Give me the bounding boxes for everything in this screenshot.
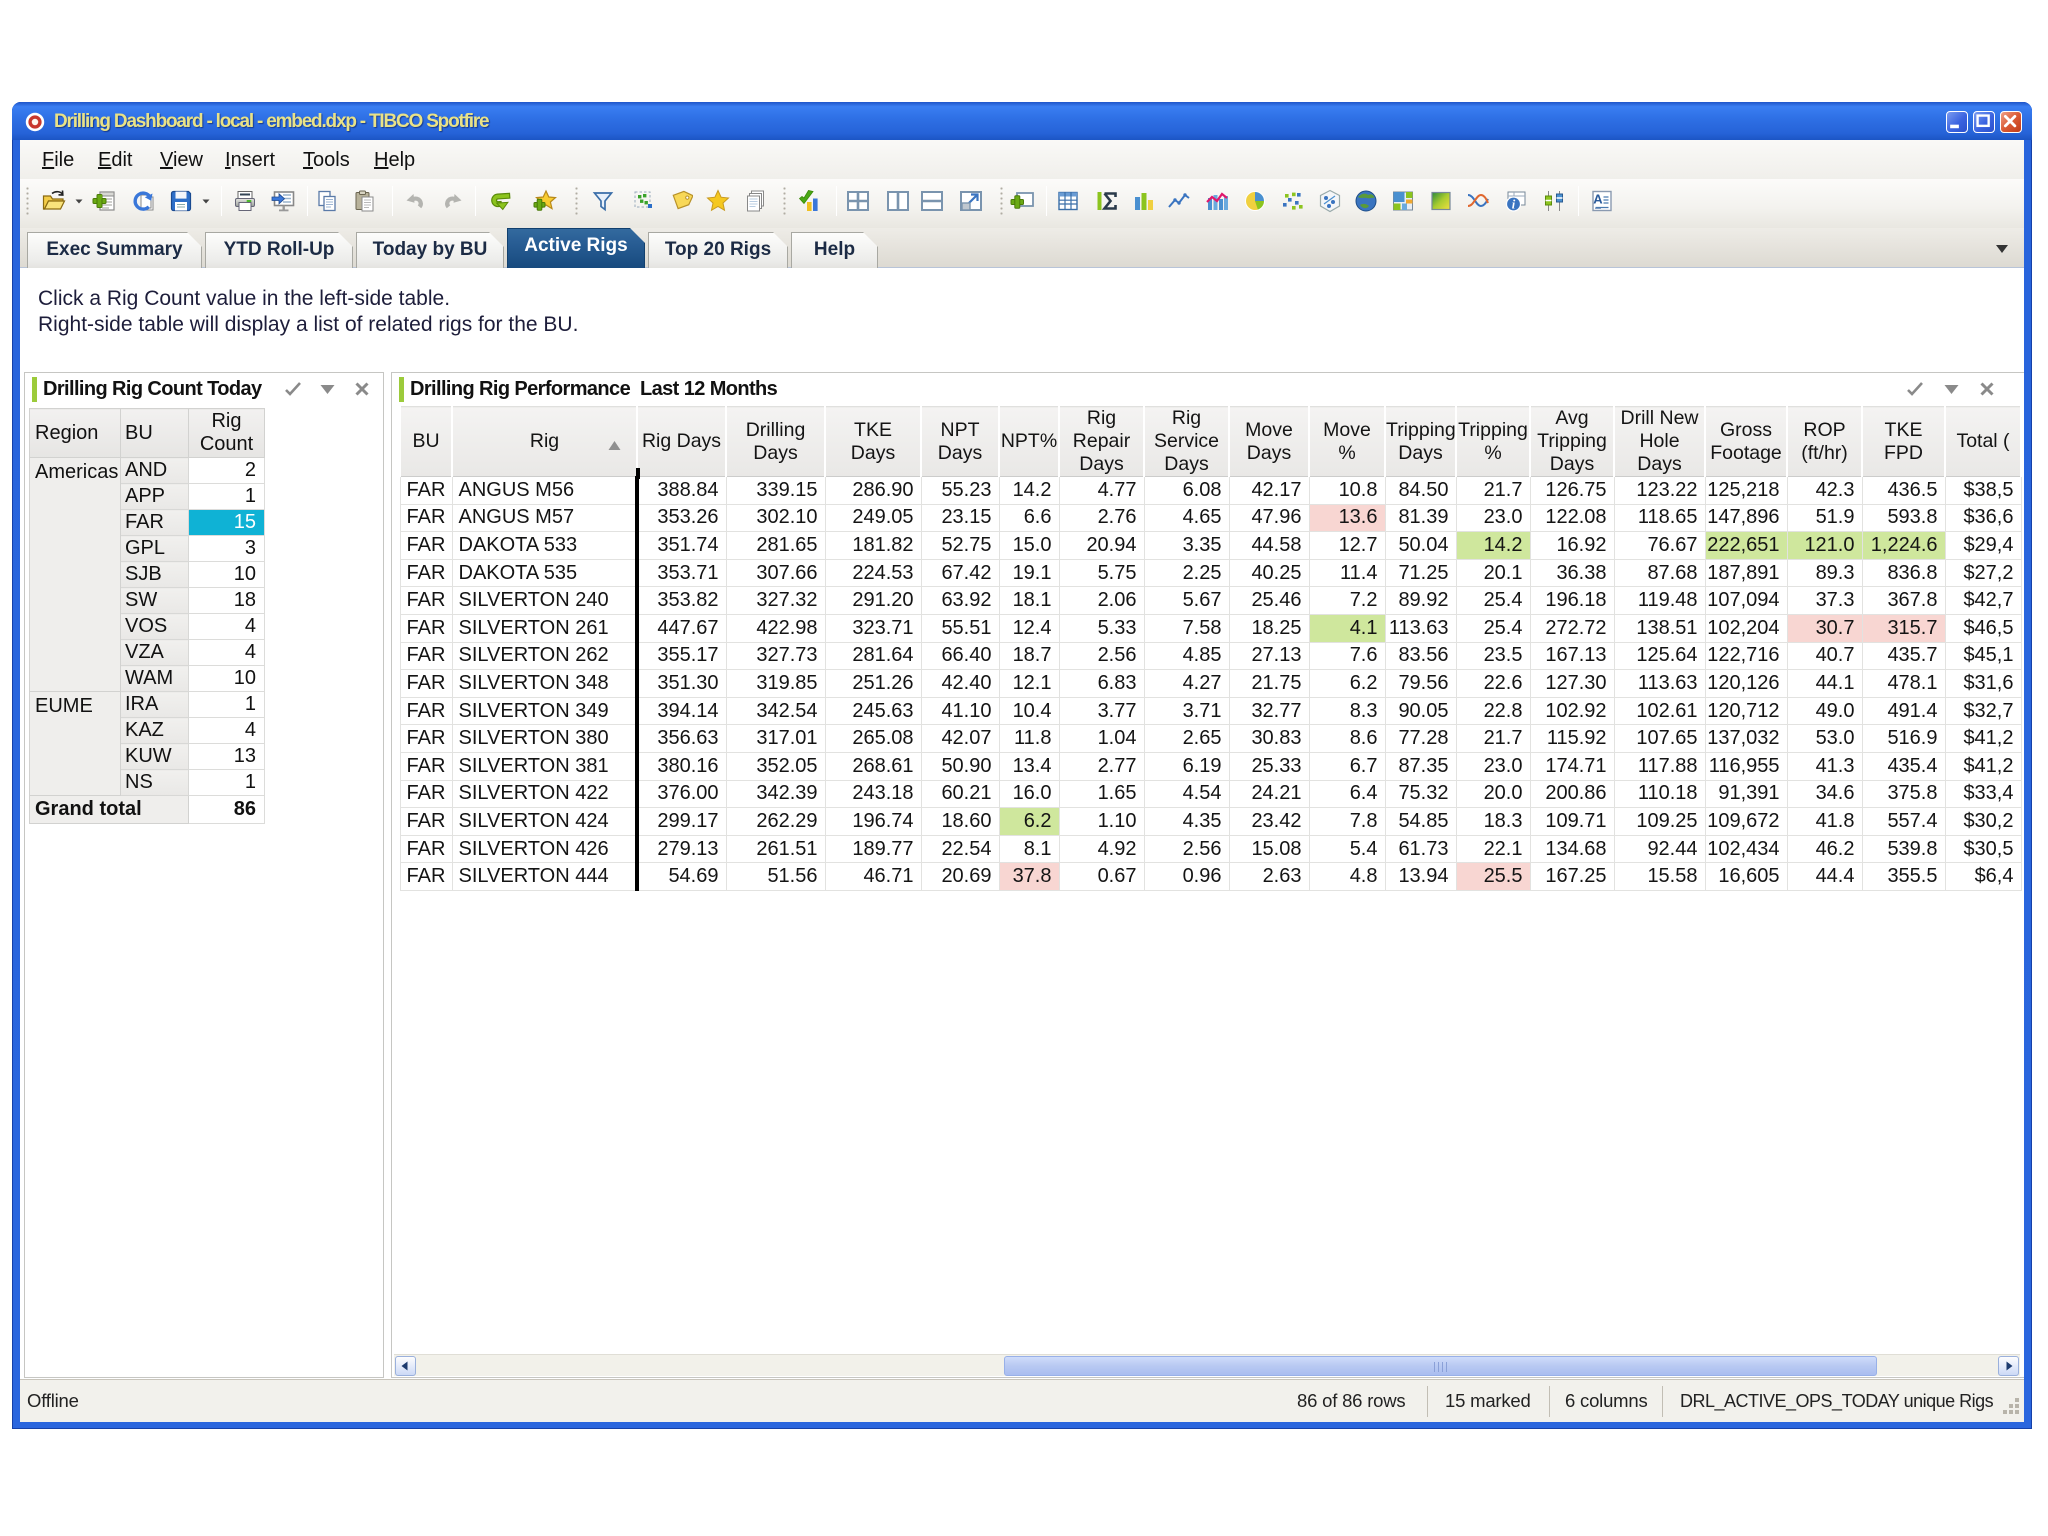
- svg-text:i: i: [1512, 198, 1516, 212]
